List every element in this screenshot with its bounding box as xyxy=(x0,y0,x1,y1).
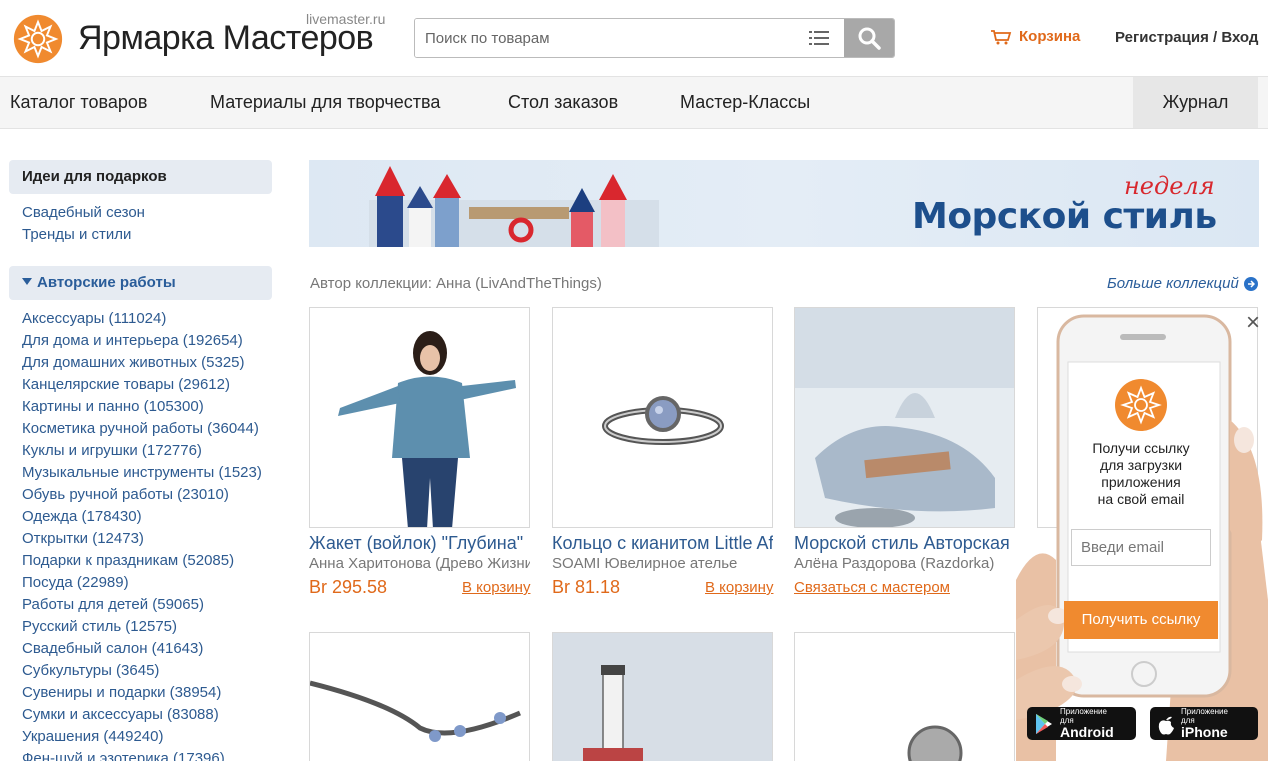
google-play-icon xyxy=(1036,713,1052,734)
category-item[interactable]: Работы для детей (59065) xyxy=(22,594,262,616)
logo-domain: livemaster.ru xyxy=(306,11,386,27)
nav-materials[interactable]: Материалы для творчества xyxy=(210,77,440,128)
category-item[interactable]: Сувениры и подарки (38954) xyxy=(22,682,262,704)
cart-label: Корзина xyxy=(1019,28,1081,45)
product-image[interactable] xyxy=(309,632,530,761)
category-item[interactable]: Фен-шуй и эзотерика (17396) xyxy=(22,748,262,761)
email-field[interactable] xyxy=(1071,529,1211,566)
category-item[interactable]: Музыкальные инструменты (1523) xyxy=(22,462,262,484)
category-item[interactable]: Одежда (178430) xyxy=(22,506,262,528)
apple-icon xyxy=(1158,716,1174,734)
category-item[interactable]: Для дома и интерьера (192654) xyxy=(22,330,262,352)
product-image[interactable] xyxy=(309,307,530,528)
category-item[interactable]: Для домашних животных (5325) xyxy=(22,352,262,374)
nav-catalog[interactable]: Каталог товаров xyxy=(10,77,147,128)
android-app-button[interactable]: Приложение для Android xyxy=(1027,707,1136,740)
iphone-big-label: iPhone xyxy=(1181,724,1228,740)
search-bar xyxy=(414,18,895,58)
product-image[interactable] xyxy=(794,307,1015,528)
nav-masterclasses[interactable]: Мастер-Классы xyxy=(680,77,810,128)
banner-lighthouses-image xyxy=(369,166,659,247)
category-item[interactable]: Аксессуары (111024) xyxy=(22,308,262,330)
category-item[interactable]: Подарки к праздникам (52085) xyxy=(22,550,262,572)
logo[interactable]: Ярмарка Мастеров livemaster.ru xyxy=(10,11,385,64)
category-list: Аксессуары (111024) Для дома и интерьера… xyxy=(22,308,262,761)
sun-logo-icon xyxy=(13,14,63,64)
category-item[interactable]: Русский стиль (12575) xyxy=(22,616,262,638)
category-item[interactable]: Открытки (12473) xyxy=(22,528,262,550)
product-price: Br 295.58 xyxy=(309,577,388,597)
cart-link[interactable]: Корзина xyxy=(990,28,1080,45)
category-item[interactable]: Субкультуры (3645) xyxy=(22,660,262,682)
product-image[interactable] xyxy=(552,632,773,761)
header: Ярмарка Мастеров livemaster.ru Корзина Р… xyxy=(0,0,1268,76)
sidebar-link[interactable]: Тренды и стили xyxy=(22,224,145,246)
category-item[interactable]: Сумки и аксессуары (83088) xyxy=(22,704,262,726)
nav-journal[interactable]: Журнал xyxy=(1133,77,1258,128)
main-nav: Каталог товаров Материалы для творчества… xyxy=(0,76,1268,129)
contact-master-button[interactable]: Связаться с мастером xyxy=(794,579,950,596)
category-item[interactable]: Посуда (22989) xyxy=(22,572,262,594)
product-shop[interactable]: Анна Харитонова (Древо Жизни) xyxy=(309,555,530,572)
iphone-app-button[interactable]: Приложение для iPhone xyxy=(1150,707,1258,740)
add-to-cart-button[interactable]: В корзину xyxy=(462,579,530,596)
auth-link[interactable]: Регистрация / Вход xyxy=(1115,29,1258,46)
list-icon[interactable] xyxy=(794,19,844,57)
search-input[interactable] xyxy=(415,19,794,57)
category-item[interactable]: Куклы и игрушки (172776) xyxy=(22,440,262,462)
promo-banner[interactable]: неделя Морской стиль xyxy=(309,160,1259,247)
android-big-label: Android xyxy=(1060,724,1114,740)
sidebar-works-label: Авторские работы xyxy=(37,274,176,291)
sidebar-gift-header: Идеи для подарков xyxy=(9,160,272,194)
triangle-down-icon xyxy=(22,278,32,285)
more-collections-label: Больше коллекций xyxy=(1107,275,1239,292)
banner-title: Морской стиль xyxy=(912,196,1217,237)
category-item[interactable]: Свадебный салон (41643) xyxy=(22,638,262,660)
nav-orders[interactable]: Стол заказов xyxy=(508,77,618,128)
category-item[interactable]: Обувь ручной работы (23010) xyxy=(22,484,262,506)
iphone-small-label: Приложение для xyxy=(1181,707,1228,725)
sidebar-link[interactable]: Свадебный сезон xyxy=(22,202,145,224)
category-item[interactable]: Картины и панно (105300) xyxy=(22,396,262,418)
product-shop[interactable]: SOAMI Ювелирное ателье xyxy=(552,555,773,572)
get-link-button[interactable]: Получить ссылку xyxy=(1064,601,1218,639)
add-to-cart-button[interactable]: В корзину xyxy=(705,579,773,596)
arrow-right-icon xyxy=(1243,276,1258,291)
sidebar-works-header[interactable]: Авторские работы xyxy=(9,266,272,300)
product-image[interactable] xyxy=(552,307,773,528)
category-item[interactable]: Канцелярские товары (29612) xyxy=(22,374,262,396)
cart-icon xyxy=(991,29,1012,44)
android-small-label: Приложение для xyxy=(1060,707,1107,725)
category-item[interactable]: Украшения (449240) xyxy=(22,726,262,748)
product-title[interactable]: Жакет (войлок) "Глубина" xyxy=(309,533,530,554)
product-shop[interactable]: Алёна Раздорова (Razdorka) xyxy=(794,555,1015,572)
product-price: Br 81.18 xyxy=(552,577,621,597)
product-title[interactable]: Кольцо с кианитом Little Afternoon xyxy=(552,533,773,554)
product-title[interactable]: Морской стиль Авторская брошь xyxy=(794,533,1015,554)
product-image[interactable] xyxy=(794,632,1015,761)
search-button[interactable] xyxy=(844,19,894,57)
close-icon[interactable]: × xyxy=(1242,311,1264,335)
collection-author: Автор коллекции: Анна (LivAndTheThings) xyxy=(310,275,602,292)
search-icon xyxy=(858,27,881,50)
more-collections-link[interactable]: Больше коллекций xyxy=(1107,275,1258,292)
category-item[interactable]: Косметика ручной работы (36044) xyxy=(22,418,262,440)
popup-text: Получи ссылку для загрузки приложения на… xyxy=(1092,440,1190,507)
gift-links: Свадебный сезон Тренды и стили xyxy=(22,202,145,246)
